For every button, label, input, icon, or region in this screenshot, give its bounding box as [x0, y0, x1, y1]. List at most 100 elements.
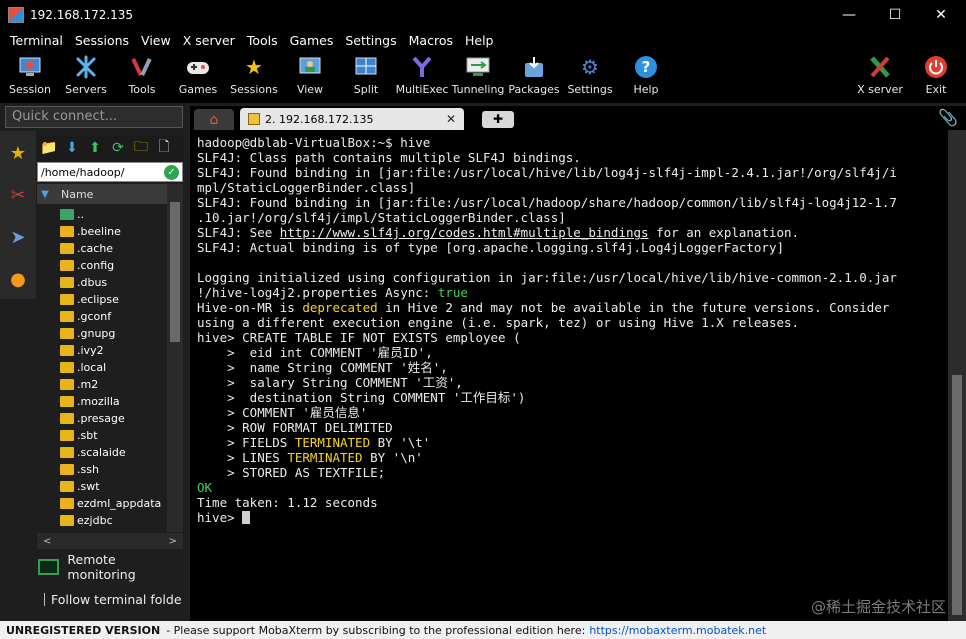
folder-icon: [60, 328, 74, 339]
terminal-text: > COMMENT '雇员信息': [197, 405, 368, 420]
list-item[interactable]: .ivy2: [37, 342, 167, 359]
menu-x-server[interactable]: X server: [177, 33, 241, 48]
terminal-text: > salary String COMMENT '工资',: [197, 375, 463, 390]
scroll-left-icon[interactable]: <: [43, 536, 51, 547]
download-icon[interactable]: ⬇: [62, 138, 82, 158]
new-file-icon[interactable]: 🗋: [154, 138, 174, 158]
terminal-link[interactable]: http://www.slf4j.org/codes.html#multiple…: [280, 225, 649, 240]
list-item[interactable]: .swt: [37, 478, 167, 495]
sessions-star-tab-icon[interactable]: ★: [2, 133, 34, 173]
terminal-text: true: [437, 285, 468, 300]
list-item[interactable]: .local: [37, 359, 167, 376]
terminal-text: Hive-on-MR is: [197, 300, 303, 315]
path-confirm-icon[interactable]: ✓: [164, 165, 179, 180]
terminal-line: > STORED AS TEXTFILE;: [197, 465, 948, 480]
tools-tab-icon[interactable]: ✂: [2, 175, 34, 215]
multiexec-icon: [409, 54, 435, 80]
menu-games[interactable]: Games: [284, 33, 340, 48]
file-list-scrollbar[interactable]: [167, 184, 183, 532]
send-tab-icon[interactable]: ➤: [2, 217, 34, 257]
terminal-text: using a different execution engine (i.e.…: [197, 315, 800, 330]
list-item[interactable]: ezjdbc: [37, 512, 167, 529]
menu-macros[interactable]: Macros: [403, 33, 459, 48]
menu-help[interactable]: Help: [459, 33, 500, 48]
terminal-text: .10.jar!/org/slf4j/impl/StaticLoggerBind…: [197, 210, 566, 225]
terminal-line: Logging initialized using configuration …: [197, 270, 948, 285]
follow-terminal-folder-checkbox[interactable]: Follow terminal folde: [36, 589, 186, 609]
menu-view[interactable]: View: [135, 33, 177, 48]
file-list-horizontal-scrollbar[interactable]: < >: [37, 533, 183, 549]
list-item[interactable]: ..: [37, 206, 167, 223]
maximize-button[interactable]: ☐: [872, 0, 918, 30]
terminal-line: SLF4J: See http://www.slf4j.org/codes.ht…: [197, 225, 948, 240]
terminal-text: for an explanation.: [648, 225, 800, 240]
terminal-scroll-thumb[interactable]: [952, 375, 962, 615]
terminal-text: SLF4J: Found binding in [jar:file:/usr/l…: [197, 165, 897, 180]
new-tab-button[interactable]: ✚: [482, 111, 514, 128]
terminal-line: Time taken: 1.12 seconds: [197, 495, 948, 510]
list-item[interactable]: .eclipse: [37, 291, 167, 308]
close-window-button[interactable]: ✕: [918, 0, 964, 30]
file-list-header[interactable]: ▼ Name: [37, 184, 167, 204]
remote-path-field[interactable]: /home/hadoop/ ✓: [37, 162, 183, 182]
list-item[interactable]: .ssh: [37, 461, 167, 478]
multiexec-button[interactable]: MultiExec: [392, 51, 452, 103]
sessions-button[interactable]: ★ Sessions: [224, 51, 284, 103]
tools-button[interactable]: Tools: [112, 51, 172, 103]
terminal-line: SLF4J: Found binding in [jar:file:/usr/l…: [197, 195, 948, 210]
help-button[interactable]: ? Help: [616, 51, 676, 103]
list-item[interactable]: .cache: [37, 240, 167, 257]
terminal-text: > destination String COMMENT '工作目标'): [197, 390, 526, 405]
list-item[interactable]: .presage: [37, 410, 167, 427]
menu-settings[interactable]: Settings: [339, 33, 402, 48]
servers-button[interactable]: Servers: [56, 51, 116, 103]
terminal-line: > ROW FORMAT DELIMITED: [197, 420, 948, 435]
terminal-output[interactable]: hadoop@dblab-VirtualBox:~$ hive SLF4J: Cl…: [190, 130, 948, 621]
file-list-scroll-thumb[interactable]: [170, 202, 180, 342]
mobaxterm-link[interactable]: https://mobaxterm.mobatek.net: [589, 624, 766, 637]
settings-button[interactable]: ⚙ Settings: [560, 51, 620, 103]
remote-monitoring-button[interactable]: Remote monitoring: [38, 552, 184, 582]
list-item[interactable]: .gnupg: [37, 325, 167, 342]
close-tab-icon[interactable]: ✕: [446, 112, 456, 126]
folder-icon: [60, 396, 74, 407]
minimize-button[interactable]: —: [826, 0, 872, 30]
games-button[interactable]: Games: [168, 51, 228, 103]
paperclip-icon[interactable]: 📎: [938, 108, 958, 127]
x-server-button[interactable]: X server: [850, 51, 910, 103]
list-item[interactable]: .scalaide: [37, 444, 167, 461]
list-item[interactable]: .m2: [37, 376, 167, 393]
refresh-icon[interactable]: ⟳: [108, 138, 128, 158]
packages-button[interactable]: Packages: [504, 51, 564, 103]
terminal-line: SLF4J: Found binding in [jar:file:/usr/l…: [197, 165, 948, 180]
view-button[interactable]: View: [280, 51, 340, 103]
upload-icon[interactable]: ⬆: [85, 138, 105, 158]
list-item[interactable]: .dbus: [37, 274, 167, 291]
list-item[interactable]: .config: [37, 257, 167, 274]
tunneling-button[interactable]: Tunneling: [448, 51, 508, 103]
new-folder-icon[interactable]: 🗀: [131, 138, 151, 158]
list-item[interactable]: .mozilla: [37, 393, 167, 410]
terminal-scrollbar[interactable]: [948, 130, 966, 621]
parent-folder-icon[interactable]: 📁: [39, 138, 59, 158]
exit-button[interactable]: Exit: [906, 51, 966, 103]
list-item[interactable]: .beeline: [37, 223, 167, 240]
remote-monitoring-label: Remote monitoring: [67, 552, 136, 582]
tab-session-2[interactable]: 2. 192.168.172.135 ✕: [240, 108, 464, 130]
list-item[interactable]: .gconf: [37, 308, 167, 325]
menu-tools[interactable]: Tools: [241, 33, 284, 48]
sftp-tab-icon[interactable]: ●: [2, 259, 34, 299]
split-button[interactable]: Split: [336, 51, 396, 103]
home-tab[interactable]: ⌂: [194, 109, 234, 130]
list-item[interactable]: ezdml_appdata: [37, 495, 167, 512]
list-item[interactable]: .sbt: [37, 427, 167, 444]
file-list: .. .beeline .cache .config .dbus .eclips…: [37, 206, 167, 532]
tab-label: 2. 192.168.172.135: [265, 112, 374, 126]
scroll-right-icon[interactable]: >: [169, 536, 177, 547]
menu-sessions[interactable]: Sessions: [69, 33, 135, 48]
monitor-icon: [38, 559, 60, 575]
session-button[interactable]: Session: [0, 51, 60, 103]
menu-terminal[interactable]: Terminal: [4, 33, 69, 48]
quick-connect-input[interactable]: Quick connect...: [5, 106, 183, 128]
terminal-line: .10.jar!/org/slf4j/impl/StaticLoggerBind…: [197, 210, 948, 225]
